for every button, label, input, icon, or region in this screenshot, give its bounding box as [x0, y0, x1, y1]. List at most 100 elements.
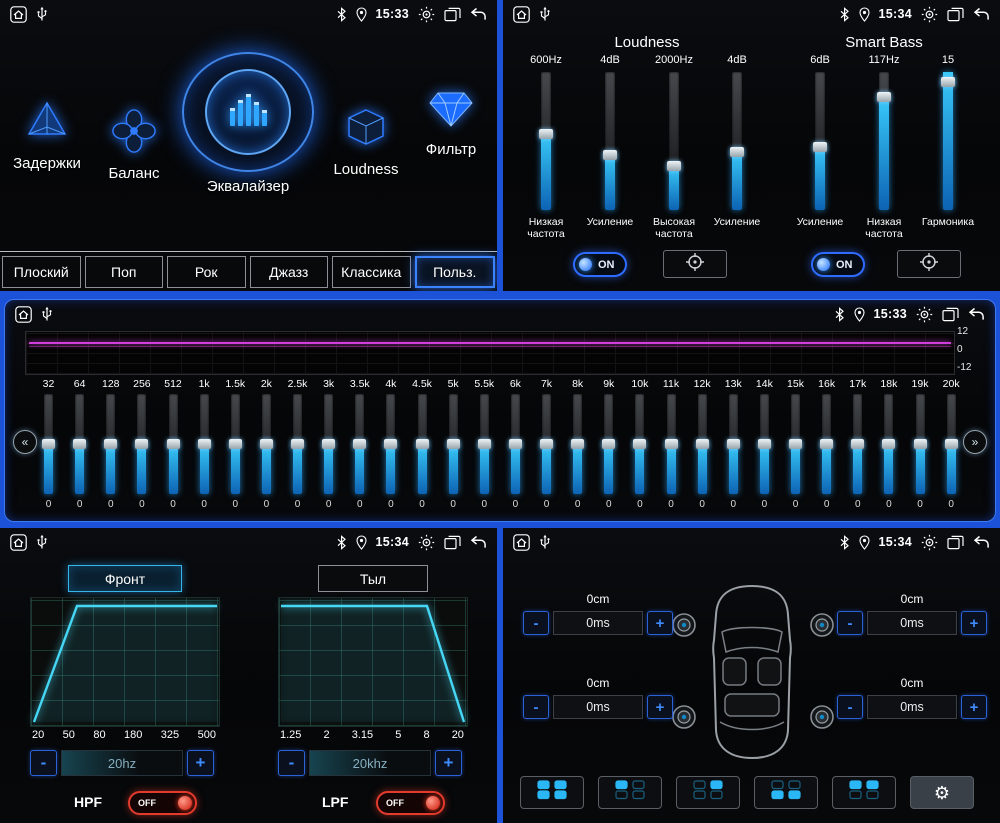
menu-item-filter[interactable]: Фильтр	[410, 88, 492, 158]
preset-tab-0[interactable]: Плоский	[2, 256, 81, 288]
position-button-seats-rear[interactable]	[754, 776, 818, 809]
recents-icon[interactable]	[947, 7, 964, 22]
recents-icon[interactable]	[444, 7, 461, 22]
slider-thumb[interactable]	[789, 439, 802, 449]
position-button-seat-front-right[interactable]	[676, 776, 740, 809]
eq-band-slider[interactable]	[853, 394, 862, 494]
slider-thumb[interactable]	[727, 439, 740, 449]
slider-thumb[interactable]	[353, 439, 366, 449]
eq-band-slider[interactable]	[635, 394, 644, 494]
eq-band-slider[interactable]	[169, 394, 178, 494]
slider-thumb[interactable]	[447, 439, 460, 449]
slider-thumb[interactable]	[229, 439, 242, 449]
eq-band-slider[interactable]	[573, 394, 582, 494]
position-button-seats-all[interactable]	[520, 776, 584, 809]
eq-band-slider[interactable]	[698, 394, 707, 494]
slider-thumb[interactable]	[478, 439, 491, 449]
eq-band-slider[interactable]	[511, 394, 520, 494]
delay-plus-button[interactable]: +	[647, 611, 673, 635]
slider-thumb[interactable]	[758, 439, 771, 449]
slider-thumb[interactable]	[813, 142, 827, 152]
slider-thumb[interactable]	[135, 439, 148, 449]
back-icon[interactable]	[973, 7, 990, 21]
menu-item-balance[interactable]: Баланс	[92, 108, 176, 182]
eq-band-slider[interactable]	[729, 394, 738, 494]
position-button-seat-front-left[interactable]	[598, 776, 662, 809]
loudness-target-button[interactable]	[663, 250, 727, 278]
loudness-on-toggle[interactable]: ON	[573, 252, 627, 277]
delay-plus-button[interactable]: +	[961, 611, 987, 635]
menu-item-delays[interactable]: Задержки	[4, 98, 90, 172]
menu-item-equalizer[interactable]: Эквалайзер	[171, 52, 325, 195]
slider-thumb[interactable]	[322, 439, 335, 449]
eq-band-slider[interactable]	[884, 394, 893, 494]
eq-band-slider[interactable]	[231, 394, 240, 494]
lpf-minus-button[interactable]: -	[278, 750, 305, 776]
recents-icon[interactable]	[444, 535, 461, 550]
eq-band-slider[interactable]	[667, 394, 676, 494]
preset-tab-3[interactable]: Джазз	[250, 256, 329, 288]
lpf-off-toggle[interactable]: OFF	[376, 791, 445, 815]
slider-thumb[interactable]	[603, 150, 617, 160]
prev-page-button[interactable]: «	[13, 430, 37, 454]
vertical-slider[interactable]	[943, 72, 953, 210]
brightness-icon[interactable]	[418, 6, 435, 23]
eq-band-slider[interactable]	[947, 394, 956, 494]
smartbass-on-toggle[interactable]: ON	[811, 252, 865, 277]
vertical-slider[interactable]	[669, 72, 679, 210]
delay-minus-button[interactable]: -	[837, 611, 863, 635]
slider-thumb[interactable]	[539, 129, 553, 139]
home-icon[interactable]	[15, 306, 32, 323]
delay-plus-button[interactable]: +	[961, 695, 987, 719]
hpf-plus-button[interactable]: +	[187, 750, 214, 776]
eq-band-slider[interactable]	[791, 394, 800, 494]
slider-thumb[interactable]	[602, 439, 615, 449]
recents-icon[interactable]	[947, 535, 964, 550]
eq-band-slider[interactable]	[324, 394, 333, 494]
preset-tab-4[interactable]: Классика	[332, 256, 411, 288]
eq-band-slider[interactable]	[293, 394, 302, 494]
slider-thumb[interactable]	[914, 439, 927, 449]
slider-thumb[interactable]	[877, 92, 891, 102]
slider-thumb[interactable]	[416, 439, 429, 449]
home-icon[interactable]	[10, 534, 27, 551]
slider-thumb[interactable]	[571, 439, 584, 449]
eq-band-slider[interactable]	[480, 394, 489, 494]
slider-thumb[interactable]	[696, 439, 709, 449]
slider-thumb[interactable]	[941, 77, 955, 87]
smartbass-target-button[interactable]	[897, 250, 961, 278]
slider-thumb[interactable]	[167, 439, 180, 449]
slider-thumb[interactable]	[73, 439, 86, 449]
eq-band-slider[interactable]	[262, 394, 271, 494]
position-button-seats-front[interactable]	[832, 776, 896, 809]
slider-thumb[interactable]	[633, 439, 646, 449]
settings-gear-button[interactable]: ⚙	[910, 776, 974, 809]
eq-band-slider[interactable]	[449, 394, 458, 494]
next-page-button[interactable]: »	[963, 430, 987, 454]
slider-thumb[interactable]	[509, 439, 522, 449]
brightness-icon[interactable]	[921, 6, 938, 23]
slider-thumb[interactable]	[384, 439, 397, 449]
tab-rear[interactable]: Тыл	[318, 565, 428, 592]
menu-item-loudness[interactable]: Loudness	[322, 106, 410, 178]
vertical-slider[interactable]	[732, 72, 742, 210]
back-icon[interactable]	[470, 535, 487, 549]
preset-tab-1[interactable]: Поп	[85, 256, 164, 288]
slider-thumb[interactable]	[851, 439, 864, 449]
tab-front[interactable]: Фронт	[68, 565, 182, 592]
slider-thumb[interactable]	[945, 439, 958, 449]
slider-thumb[interactable]	[540, 439, 553, 449]
vertical-slider[interactable]	[815, 72, 825, 210]
slider-thumb[interactable]	[882, 439, 895, 449]
slider-thumb[interactable]	[42, 439, 55, 449]
brightness-icon[interactable]	[916, 306, 933, 323]
eq-band-slider[interactable]	[137, 394, 146, 494]
eq-band-slider[interactable]	[760, 394, 769, 494]
back-icon[interactable]	[968, 307, 985, 321]
brightness-icon[interactable]	[418, 534, 435, 551]
brightness-icon[interactable]	[921, 534, 938, 551]
vertical-slider[interactable]	[879, 72, 889, 210]
slider-thumb[interactable]	[291, 439, 304, 449]
home-icon[interactable]	[513, 534, 530, 551]
hpf-minus-button[interactable]: -	[30, 750, 57, 776]
